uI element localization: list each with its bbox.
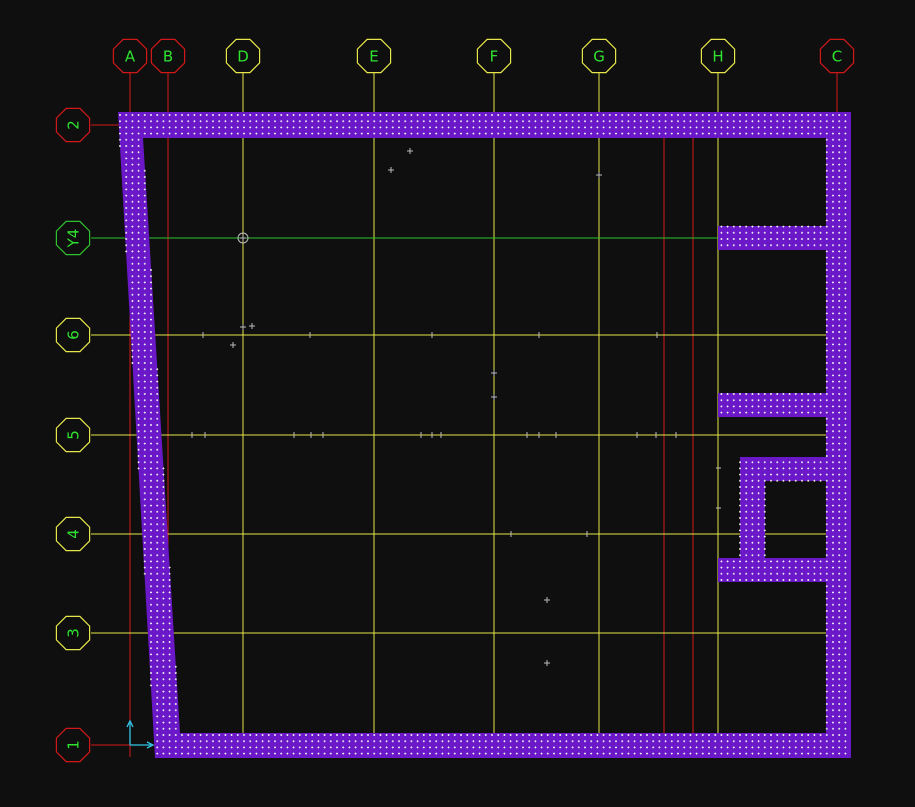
axis-label-d: D: [237, 48, 249, 66]
axis-label-6: 6: [65, 330, 83, 340]
floor-plan-canvas[interactable]: A B D E F G H C 2 Y4 6 5 4 3 1: [0, 0, 915, 807]
axis-label-e: E: [369, 48, 378, 66]
axis-label-c: C: [832, 48, 842, 66]
axis-label-a: A: [125, 48, 136, 66]
axis-label-b: B: [163, 48, 173, 66]
axis-label-5: 5: [65, 430, 83, 440]
slab-strip-y4[interactable]: [718, 226, 828, 250]
axis-label-g: G: [593, 48, 605, 66]
axis-label-2: 2: [65, 120, 83, 130]
axis-label-4: 4: [65, 529, 83, 539]
axis-label-h: H: [712, 48, 723, 66]
axis-label-f: F: [490, 48, 499, 66]
axis-label-1: 1: [65, 740, 83, 750]
axis-label-y4: Y4: [65, 229, 83, 249]
axis-label-3: 3: [65, 628, 83, 638]
